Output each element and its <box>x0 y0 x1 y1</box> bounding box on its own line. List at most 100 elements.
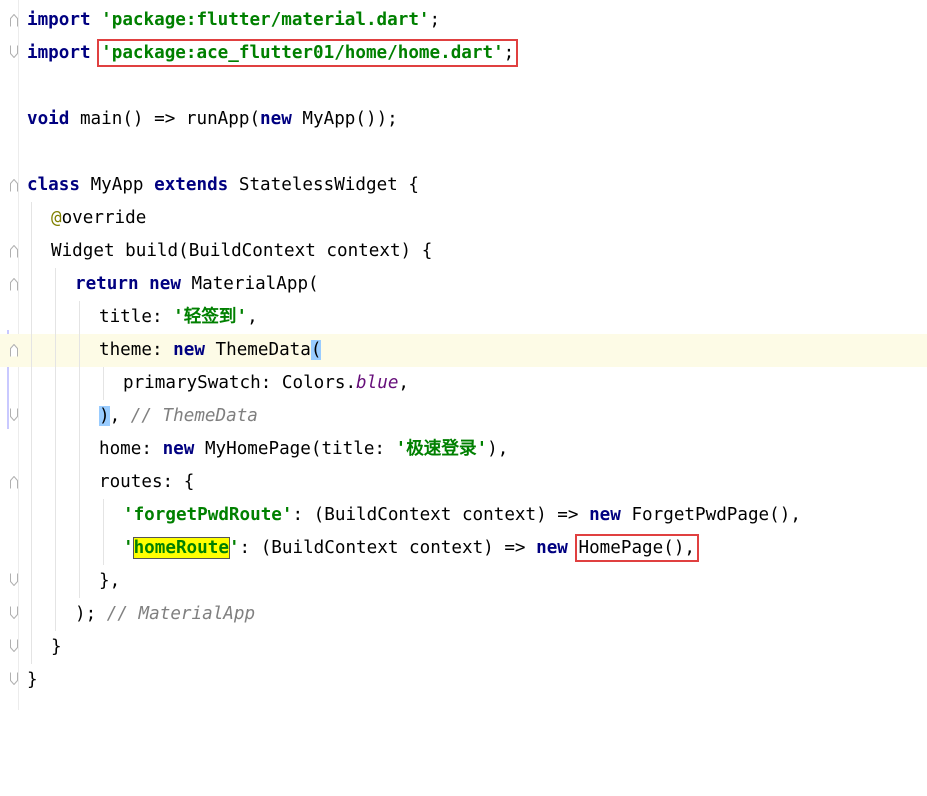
title-key: title: <box>99 307 174 327</box>
code-line[interactable]: ); // MaterialApp <box>0 598 927 631</box>
code-editor[interactable]: import 'package:flutter/material.dart'; … <box>0 0 927 710</box>
code-line-current[interactable]: theme: new ThemeData( <box>0 334 927 367</box>
route-name-forgetpwd: 'forgetPwdRoute' <box>123 505 293 525</box>
keyword-new: new <box>260 109 292 129</box>
indent-guide <box>55 532 56 565</box>
homepage-callout-box: HomePage(), <box>574 534 700 562</box>
indent-guide <box>103 367 104 400</box>
code-line[interactable]: ), // ThemeData <box>0 400 927 433</box>
import-callout-box: 'package:ace_flutter01/home/home.dart'; <box>97 39 519 67</box>
fold-start-icon[interactable] <box>10 245 22 259</box>
code-line[interactable]: } <box>0 664 927 697</box>
indent-guide <box>55 598 56 631</box>
code-line[interactable]: primarySwatch: Colors.blue, <box>0 367 927 400</box>
code-line[interactable]: Widget build(BuildContext context) { <box>0 235 927 268</box>
code-line[interactable]: class MyApp extends StatelessWidget { <box>0 169 927 202</box>
indent-guide <box>55 301 56 334</box>
indent-guide <box>31 268 32 301</box>
keyword-new: new <box>149 274 181 294</box>
indent-guide <box>55 400 56 433</box>
myhomepage-call: MyHomePage(title: <box>204 439 396 459</box>
code-line[interactable]: home: new MyHomePage(title: '极速登录'), <box>0 433 927 466</box>
code-line[interactable]: import 'package:ace_flutter01/home/home.… <box>0 37 927 70</box>
quote: ' <box>228 538 240 558</box>
code-line[interactable]: 'forgetPwdRoute': (BuildContext context)… <box>0 499 927 532</box>
indent-guide <box>79 466 80 499</box>
code-line[interactable]: return new MaterialApp( <box>0 268 927 301</box>
indent-guide <box>79 499 80 532</box>
indent-guide <box>31 202 32 235</box>
primary-swatch-key: primarySwatch: Colors. <box>123 373 357 393</box>
keyword-void: void <box>27 109 70 129</box>
theme-key: theme: <box>99 340 174 360</box>
indent-guide <box>79 532 80 565</box>
indent-guide <box>55 565 56 598</box>
keyword-return: return <box>75 274 139 294</box>
indent-guide <box>31 334 32 367</box>
routes-close: }, <box>99 571 121 591</box>
fold-end-icon[interactable] <box>10 639 22 653</box>
closing-label-comment: // MaterialApp <box>106 604 256 624</box>
fold-end-icon[interactable] <box>10 606 22 620</box>
colors-blue: blue <box>356 373 399 393</box>
keyword-import: import <box>27 43 91 63</box>
fold-start-icon[interactable] <box>10 179 22 193</box>
superclass: StatelessWidget { <box>238 175 419 195</box>
indent-guide <box>79 400 80 433</box>
indent-guide <box>31 235 32 268</box>
fold-start-icon[interactable] <box>10 14 22 28</box>
keyword-new: new <box>536 538 568 558</box>
class-name: MyApp <box>90 175 144 195</box>
fold-end-icon[interactable] <box>10 45 22 59</box>
home-title-value: '极速登录' <box>395 439 488 459</box>
indent-guide <box>79 367 80 400</box>
code-line[interactable]: routes: { <box>0 466 927 499</box>
fold-end-icon[interactable] <box>10 672 22 686</box>
comma: , <box>398 373 410 393</box>
indent-guide <box>31 631 32 664</box>
fold-end-icon[interactable] <box>10 408 22 422</box>
quote: ' <box>123 538 134 558</box>
keyword-new: new <box>589 505 621 525</box>
code-line[interactable]: } <box>0 631 927 664</box>
indent-guide <box>55 499 56 532</box>
keyword-new: new <box>162 439 195 459</box>
route-builder: : (BuildContext context) => <box>292 505 590 525</box>
indent-guide <box>31 466 32 499</box>
indent-guide <box>55 334 56 367</box>
code-line[interactable]: 'homeRoute': (BuildContext context) => n… <box>0 532 927 565</box>
fold-end-icon[interactable] <box>10 573 22 587</box>
keyword-new: new <box>173 340 205 360</box>
code-line[interactable]: import 'package:flutter/material.dart'; <box>0 4 927 37</box>
build-close: } <box>51 637 62 657</box>
indent-guide <box>103 532 104 565</box>
indent-guide <box>31 301 32 334</box>
materialapp-close: ); <box>75 604 107 624</box>
annotation-override: override <box>61 208 147 228</box>
annotation-at: @ <box>51 208 62 228</box>
fold-start-icon[interactable] <box>10 344 22 358</box>
main-signature: main() => runApp( <box>79 109 261 129</box>
import-path: 'package:flutter/material.dart' <box>101 10 430 30</box>
closing-label-comment: // ThemeData <box>130 406 258 426</box>
indent-guide <box>103 499 104 532</box>
indent-guide <box>31 400 32 433</box>
brace-match-close: ) <box>99 406 110 426</box>
indent-guide <box>79 433 80 466</box>
fold-start-icon[interactable] <box>10 278 22 292</box>
code-line[interactable]: void main() => runApp(new MyApp()); <box>0 103 927 136</box>
indent-guide <box>79 334 80 367</box>
code-line[interactable]: @override <box>0 202 927 235</box>
close-paren: ), <box>487 439 509 459</box>
indent-guide <box>79 565 80 598</box>
routes-key: routes: { <box>99 472 195 492</box>
myapp-call: MyApp()); <box>302 109 398 129</box>
themedata-class: ThemeData <box>215 340 311 360</box>
keyword-extends: extends <box>154 175 229 195</box>
code-line[interactable]: title: '轻签到', <box>0 301 927 334</box>
fold-start-icon[interactable] <box>10 476 22 490</box>
indent-guide <box>31 433 32 466</box>
semicolon: ; <box>503 43 515 63</box>
code-line[interactable]: }, <box>0 565 927 598</box>
route-builder: : (BuildContext context) => <box>239 538 537 558</box>
